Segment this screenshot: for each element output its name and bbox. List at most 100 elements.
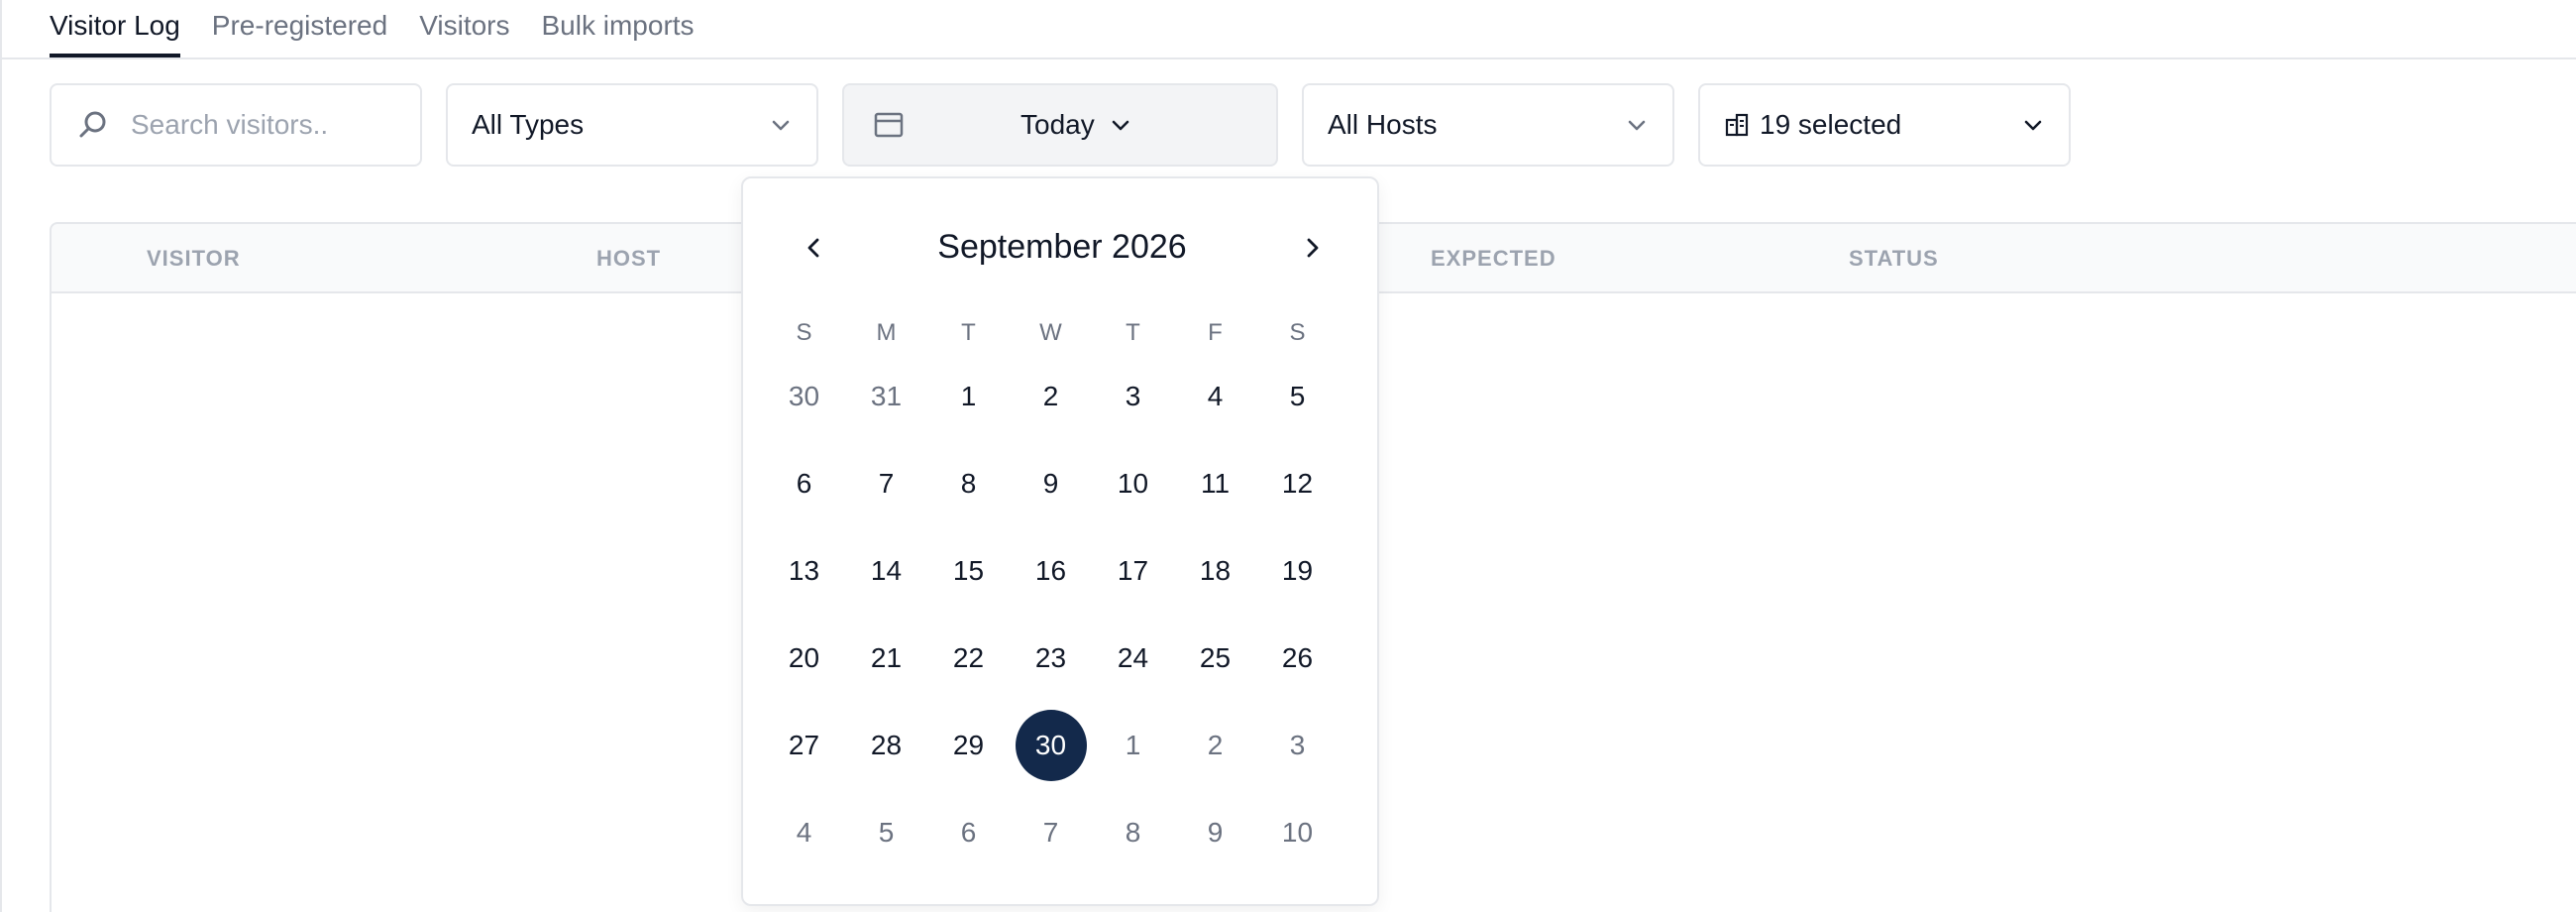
calendar-day-number: 3	[1289, 730, 1306, 760]
calendar-day[interactable]: 23	[1010, 623, 1092, 694]
weekday-label: F	[1208, 319, 1223, 346]
tab-pre-registered[interactable]: Pre-registered	[212, 0, 387, 57]
calendar-day[interactable]: 26	[1256, 623, 1339, 694]
types-value: All Types	[472, 109, 585, 140]
calendar-day[interactable]: 8	[1092, 797, 1174, 868]
calendar-day[interactable]: 29	[927, 710, 1010, 781]
calendar-day-number: 27	[788, 730, 820, 760]
calendar-day-number: 7	[878, 468, 895, 499]
types-dropdown[interactable]: All Types	[446, 83, 818, 167]
date-dropdown[interactable]: Today	[842, 83, 1278, 167]
calendar-week-row: 20 21 22 23 24 25 26	[763, 623, 1357, 694]
hosts-dropdown[interactable]: All Hosts	[1302, 83, 1674, 167]
calendar-day[interactable]: 7	[845, 448, 927, 519]
calendar-day[interactable]: 1	[927, 361, 1010, 432]
calendar-day[interactable]: 10	[1092, 448, 1174, 519]
calendar-day[interactable]: 2	[1174, 710, 1256, 781]
calendar-day[interactable]: 31	[845, 361, 927, 432]
calendar-day[interactable]: 4	[763, 797, 845, 868]
chevron-down-icon	[1109, 113, 1132, 137]
weekday-label: T	[961, 319, 976, 346]
calendar-day[interactable]: 3	[1092, 361, 1174, 432]
tab-visitors[interactable]: Visitors	[419, 0, 509, 57]
column-header-visitor[interactable]: VISITOR	[147, 246, 241, 272]
calendar-day[interactable]: 19	[1256, 535, 1339, 607]
tab-visitor-log[interactable]: Visitor Log	[50, 0, 180, 57]
calendar-day-number: 5	[878, 817, 895, 848]
calendar-day[interactable]: 18	[1174, 535, 1256, 607]
calendar-day-number: 22	[952, 642, 985, 673]
search-icon	[77, 109, 109, 141]
calendar-day-number: 7	[1042, 817, 1059, 848]
calendar-day-number: 19	[1281, 555, 1314, 586]
next-month-button[interactable]	[1292, 228, 1332, 268]
calendar-day[interactable]: 9	[1174, 797, 1256, 868]
calendar-day-number: 20	[788, 642, 820, 673]
calendar-day-number: 11	[1200, 468, 1231, 499]
calendar-day[interactable]: 6	[763, 448, 845, 519]
calendar-day-number: 18	[1199, 555, 1232, 586]
calendar-icon	[874, 112, 904, 138]
calendar-day[interactable]: 8	[927, 448, 1010, 519]
calendar-day[interactable]: 9	[1010, 448, 1092, 519]
calendar-day[interactable]: 3	[1256, 710, 1339, 781]
weekday-label: T	[1126, 319, 1140, 346]
calendar-day[interactable]: 27	[763, 710, 845, 781]
calendar-day-number: 16	[1034, 555, 1067, 586]
calendar-day-number: 2	[1042, 381, 1059, 411]
calendar-day[interactable]: 21	[845, 623, 927, 694]
date-value: Today	[1020, 109, 1095, 140]
calendar-day-number: 17	[1117, 555, 1149, 586]
calendar-day[interactable]: 10	[1256, 797, 1339, 868]
calendar-day-number: 12	[1281, 468, 1314, 499]
weekday-label: W	[1039, 319, 1062, 346]
calendar-day[interactable]: 25	[1174, 623, 1256, 694]
calendar-day[interactable]: 16	[1010, 535, 1092, 607]
building-icon	[1724, 112, 1750, 138]
calendar-day-number: 13	[788, 555, 820, 586]
calendar-day[interactable]: 15	[927, 535, 1010, 607]
calendar-week-row: 4 5 6 7 8 9 10	[763, 797, 1357, 868]
calendar-day[interactable]: 7	[1010, 797, 1092, 868]
weekday-header: S M T W T F S	[763, 319, 1357, 347]
calendar-day[interactable]: 17	[1092, 535, 1174, 607]
calendar-day[interactable]: 20	[763, 623, 845, 694]
calendar-day[interactable]: 5	[845, 797, 927, 868]
calendar-day[interactable]: 30	[763, 361, 845, 432]
sites-dropdown[interactable]: 19 selected	[1698, 83, 2071, 167]
calendar-day[interactable]: 12	[1256, 448, 1339, 519]
calendar-day-number: 4	[1207, 381, 1224, 411]
search-box[interactable]	[50, 83, 422, 167]
tabs-divider	[0, 57, 2576, 59]
hosts-value: All Hosts	[1328, 109, 1438, 140]
calendar-day-number: 9	[1042, 468, 1059, 499]
calendar-day-number: 1	[1125, 730, 1141, 760]
calendar-day[interactable]: 2	[1010, 361, 1092, 432]
calendar-day[interactable]: 13	[763, 535, 845, 607]
calendar-day-number: 6	[796, 468, 812, 499]
column-header-status[interactable]: STATUS	[1849, 246, 1939, 272]
date-picker-popover: September 2026 S M T W T F S 30 31 1 2 3 4 5 6 7…	[741, 176, 1379, 906]
column-header-expected[interactable]: EXPECTED	[1431, 246, 1556, 272]
calendar-day[interactable]: 28	[845, 710, 927, 781]
column-header-host[interactable]: HOST	[596, 246, 661, 272]
calendar-day-number: 21	[870, 642, 903, 673]
calendar-day-number: 29	[952, 730, 985, 760]
calendar-day-selected[interactable]: 30	[1010, 710, 1092, 781]
calendar-week-row: 13 14 15 16 17 18 19	[763, 535, 1357, 607]
calendar-day-number: 4	[796, 817, 812, 848]
calendar-day[interactable]: 1	[1092, 710, 1174, 781]
chevron-right-icon	[1300, 236, 1324, 260]
calendar-day[interactable]: 11	[1174, 448, 1256, 519]
calendar-day[interactable]: 6	[927, 797, 1010, 868]
calendar-day[interactable]: 24	[1092, 623, 1174, 694]
search-input[interactable]	[131, 109, 398, 141]
chevron-down-icon	[2021, 113, 2045, 137]
calendar-day[interactable]: 14	[845, 535, 927, 607]
tab-bulk-imports[interactable]: Bulk imports	[542, 0, 695, 57]
calendar-day[interactable]: 4	[1174, 361, 1256, 432]
calendar-day[interactable]: 22	[927, 623, 1010, 694]
calendar-day-number: 10	[1117, 468, 1149, 499]
calendar-day[interactable]: 5	[1256, 361, 1339, 432]
calendar-week-row: 6 7 8 9 10 11 12	[763, 448, 1357, 519]
